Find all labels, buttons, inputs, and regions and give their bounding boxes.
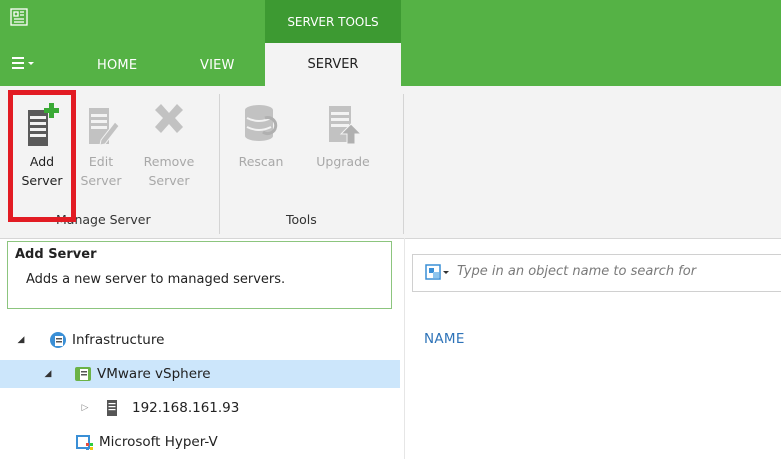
context-tab-server-tools: SERVER TOOLS bbox=[265, 0, 401, 43]
tab-server[interactable]: SERVER bbox=[265, 43, 401, 86]
ribbon-group-divider-end bbox=[403, 94, 404, 234]
edit-server-icon bbox=[89, 108, 120, 146]
tree-item-label: VMware vSphere bbox=[97, 366, 211, 382]
main-menu-button[interactable] bbox=[12, 56, 38, 74]
expanded-arrow-icon[interactable]: ◢ bbox=[43, 369, 53, 379]
hamburger-icon bbox=[12, 57, 34, 69]
rescan-button[interactable]: Rescan bbox=[232, 100, 290, 210]
upgrade-button[interactable]: Upgrade bbox=[314, 100, 372, 210]
group-label-tools: Tools bbox=[286, 212, 317, 227]
rescan-icon bbox=[245, 105, 278, 141]
upgrade-label: Upgrade bbox=[316, 154, 370, 169]
ribbon-group-divider bbox=[219, 94, 220, 234]
upgrade-icon bbox=[329, 106, 363, 145]
search-placeholder: Type in an object name to search for bbox=[457, 264, 697, 279]
hyperv-icon bbox=[75, 433, 95, 451]
edit-server-label-1: Edit bbox=[88, 154, 114, 169]
tooltip-description: Adds a new server to managed servers. bbox=[26, 272, 286, 287]
expanded-arrow-icon[interactable]: ◢ bbox=[16, 335, 26, 345]
remove-server-icon bbox=[155, 104, 183, 133]
tab-home[interactable]: HOME bbox=[97, 58, 137, 73]
tree-item-label: Microsoft Hyper-V bbox=[99, 434, 218, 450]
highlight-box bbox=[8, 90, 76, 222]
collapsed-arrow-icon[interactable]: ▷ bbox=[80, 403, 90, 413]
edit-server-label-2: Server bbox=[80, 173, 122, 188]
search-scope-button[interactable] bbox=[425, 262, 453, 284]
tree-item-label: Infrastructure bbox=[72, 332, 165, 348]
tree-item-host[interactable]: ▷ 192.168.161.93 bbox=[0, 394, 480, 422]
remove-server-label-1: Remove bbox=[143, 154, 195, 169]
tree-item-vmware-vsphere[interactable]: ◢ VMware vSphere bbox=[0, 360, 400, 388]
server-icon bbox=[102, 399, 122, 417]
tooltip-title: Add Server bbox=[15, 247, 97, 262]
tree-item-infrastructure[interactable]: ◢ Infrastructure bbox=[0, 326, 416, 354]
tab-view[interactable]: VIEW bbox=[200, 58, 235, 73]
search-scope-icon bbox=[425, 264, 449, 280]
infrastructure-icon bbox=[48, 331, 68, 349]
veeam-logo-icon[interactable] bbox=[10, 8, 28, 26]
rescan-label: Rescan bbox=[238, 154, 284, 169]
pane-divider[interactable] bbox=[404, 238, 405, 459]
edit-server-button[interactable]: Edit Server bbox=[72, 100, 130, 210]
tree-item-label: 192.168.161.93 bbox=[132, 400, 240, 416]
remove-server-label-2: Server bbox=[148, 173, 190, 188]
remove-server-button[interactable]: Remove Server bbox=[140, 100, 198, 210]
column-header-name[interactable]: NAME bbox=[424, 331, 465, 347]
vsphere-icon bbox=[73, 365, 93, 383]
